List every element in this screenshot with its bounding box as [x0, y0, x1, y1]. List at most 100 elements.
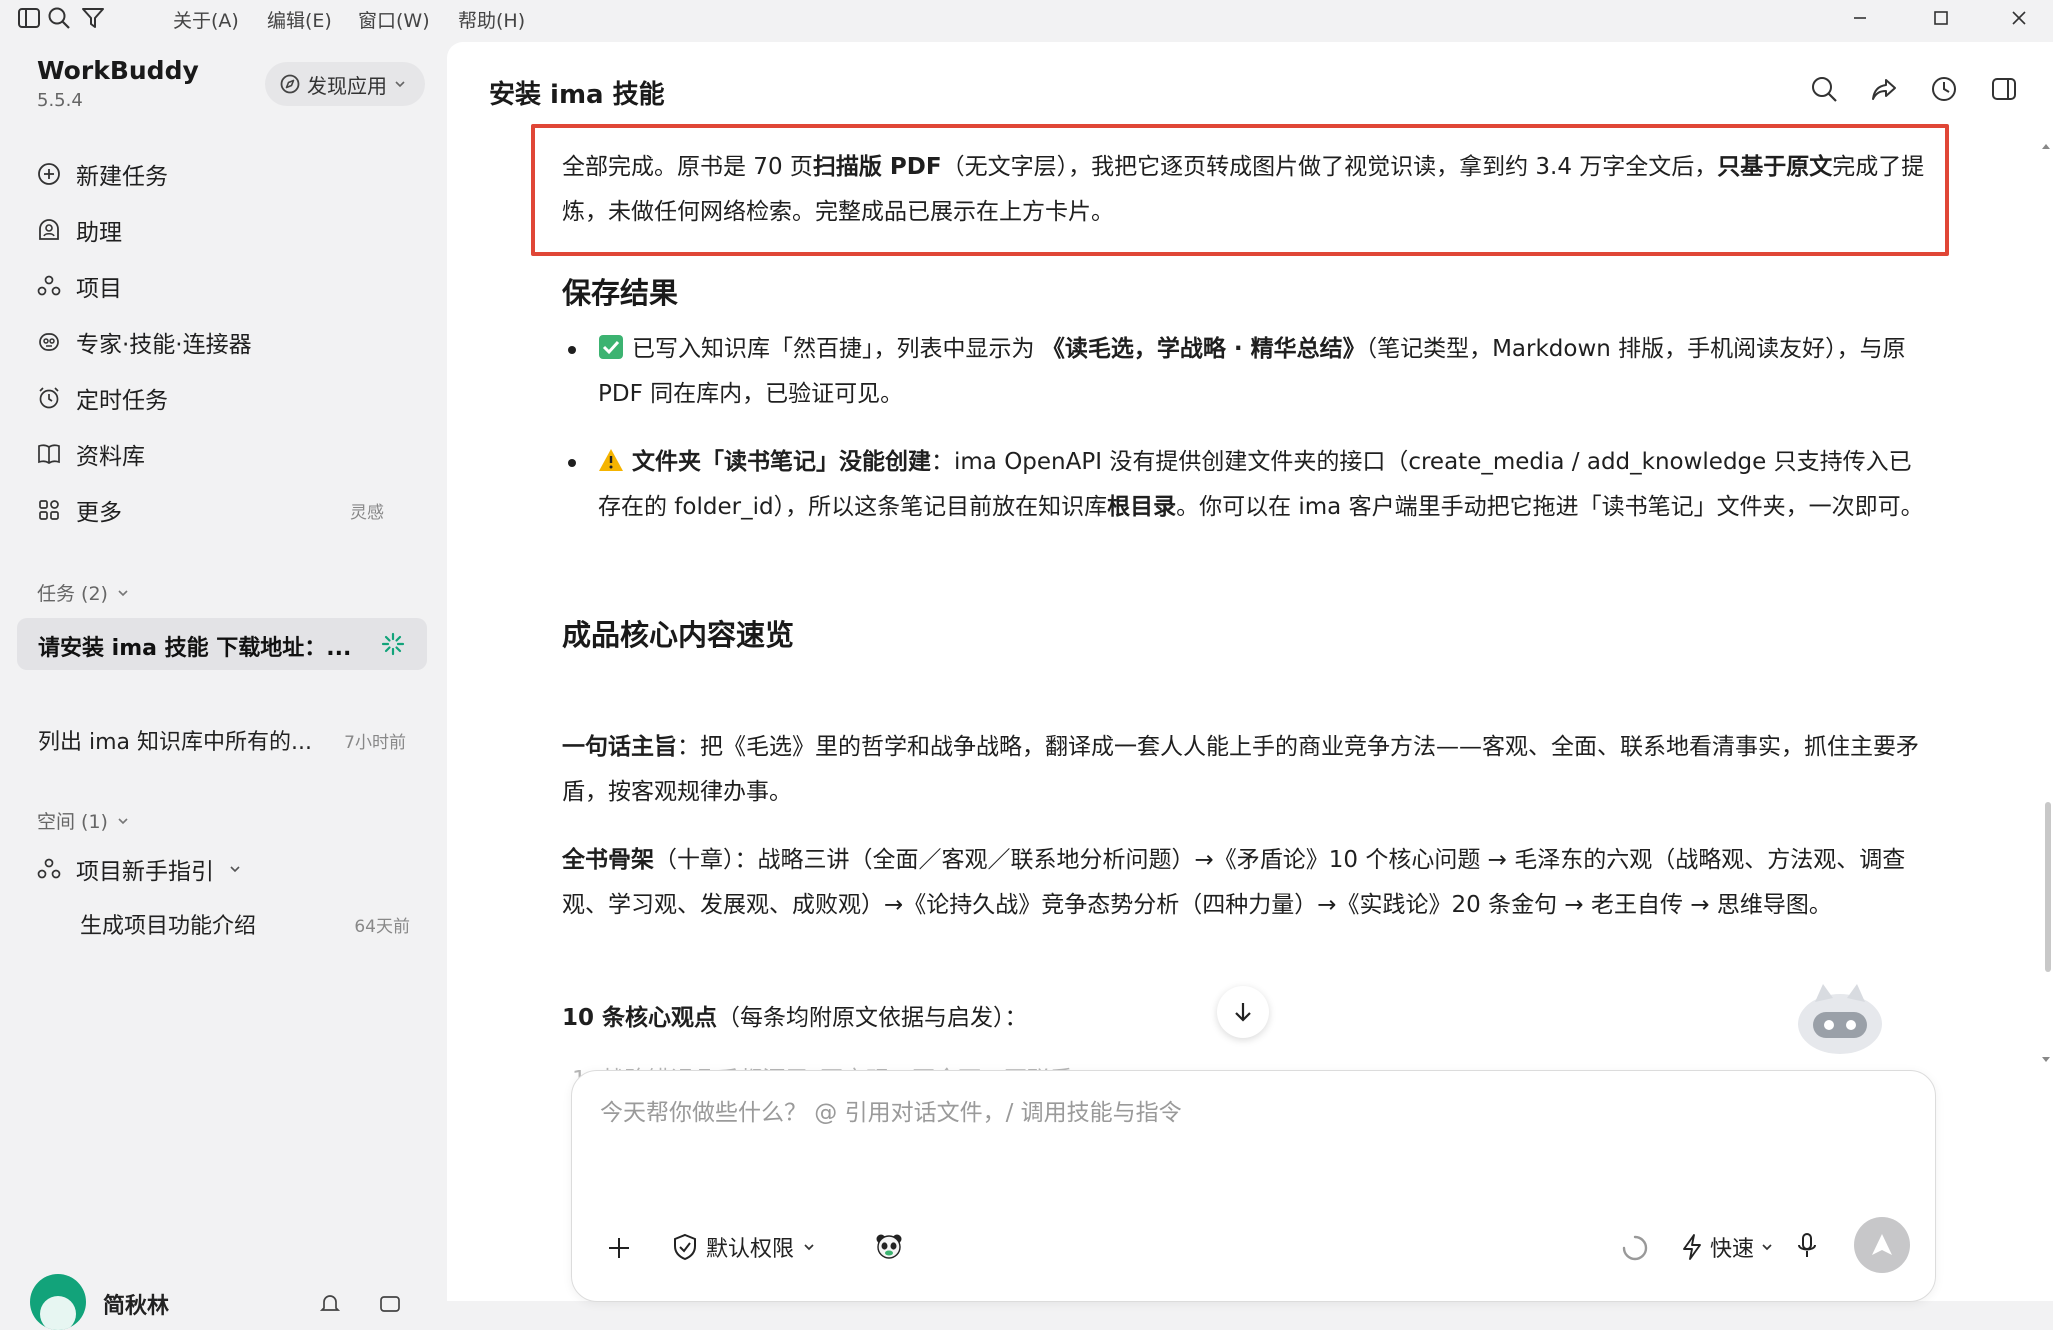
task-item[interactable]: 列出 ima 知识库中所有的... 7小时前 [38, 720, 418, 760]
nav-label: 新建任务 [76, 164, 168, 190]
alarm-icon [39, 387, 59, 409]
user-name: 简秋林 [103, 1294, 170, 1319]
list-item: 文件夹「读书笔记」没能创建：ima OpenAPI 没有提供创建文件夹的接口（c… [562, 440, 1932, 530]
warning-icon [598, 448, 624, 472]
section-heading-core: 成品核心内容速览 [562, 618, 795, 652]
expert-icon [39, 333, 59, 351]
grid-icon [39, 500, 59, 520]
send-arrow-icon [1872, 1234, 1892, 1255]
task-title: 请安装 ima 技能 下载地址：... [38, 636, 352, 661]
task-time: 7小时前 [344, 733, 406, 753]
sidebar-toggle-icon[interactable] [16, 5, 42, 31]
nav-label: 定时任务 [76, 388, 168, 414]
app-version: 5.5.4 [37, 90, 83, 111]
arrow-down-icon [1235, 1003, 1251, 1022]
plus-circle-icon [38, 163, 60, 185]
chevron-down-icon [804, 1244, 814, 1251]
discover-apps-label: 发现应用 [307, 73, 387, 98]
menu-about[interactable]: 关于(A) [173, 6, 239, 33]
loading-icon [1622, 1235, 1648, 1261]
project-icon [37, 275, 61, 296]
space-sub-label: 生成项目功能介绍 [80, 914, 257, 939]
nav-more[interactable]: 更多 灵感 [36, 490, 426, 530]
permission-dropdown[interactable]: 默认权限 [672, 1231, 824, 1263]
mascot-icon[interactable] [1785, 974, 1895, 1054]
permission-label: 默认权限 [706, 1237, 795, 1262]
list-item: 已写入知识库「然百捷」，列表中显示为 《读毛选，学战略 · 精华总结》（笔记类型… [562, 327, 1932, 417]
chat-input-box: 默认权限 快速 [571, 1070, 1936, 1302]
book-framework: 全书骨架（十章）：战略三讲（全面／客观／联系地分析问题）→《矛盾论》10 个核心… [562, 847, 1906, 918]
panel-toggle-icon[interactable] [1989, 74, 2019, 104]
close-icon[interactable] [2005, 4, 2033, 32]
chevron-down-icon [118, 589, 128, 596]
send-button[interactable] [1854, 1217, 1910, 1273]
task-item-active[interactable]: 请安装 ima 技能 下载地址：... [17, 618, 427, 670]
space-sub-time: 64天前 [354, 917, 410, 937]
book-icon [38, 444, 60, 465]
compass-icon [280, 74, 300, 94]
sidebar: WorkBuddy 5.5.4 发现应用 新建任务 助理 项目 专家·技能·连接… [0, 36, 447, 1330]
title-bar: 关于(A) 编辑(E) 窗口(W) 帮助(H) [0, 0, 2053, 36]
chevron-down-icon [395, 81, 405, 88]
nav-new-task[interactable]: 新建任务 [36, 154, 168, 194]
space-sub-item[interactable]: 生成项目功能介绍 64天前 [80, 908, 410, 940]
bullet-dot [568, 346, 576, 354]
chevron-down-icon [118, 817, 128, 824]
nav-label: 更多 [76, 500, 122, 526]
summary-paragraph: 全部完成。原书是 70 页扫描版 PDF（无文字层），我把它逐页转成图片做了视觉… [562, 154, 1925, 225]
check-icon [598, 334, 624, 360]
nav-label: 专家·技能·连接器 [76, 332, 252, 358]
nav-library[interactable]: 资料库 [36, 434, 145, 474]
minimize-icon[interactable] [1846, 4, 1874, 32]
menu-help[interactable]: 帮助(H) [458, 6, 525, 33]
scroll-to-bottom-button[interactable] [1217, 986, 1269, 1038]
spaces-section-header[interactable]: 空间 (1) [37, 807, 130, 834]
share-icon[interactable] [1869, 74, 1899, 104]
add-icon[interactable] [604, 1233, 634, 1263]
maximize-icon[interactable] [1927, 4, 1955, 32]
spaces-header-label: 空间 (1) [37, 811, 108, 833]
nav-label: 资料库 [76, 444, 145, 470]
speed-label: 快速 [1710, 1237, 1755, 1262]
avatar[interactable] [30, 1274, 86, 1330]
lightning-icon [1683, 1234, 1701, 1260]
page-title: 安装 ima 技能 [489, 80, 665, 110]
app-name: WorkBuddy [37, 56, 199, 85]
history-icon[interactable] [1929, 74, 1959, 104]
discover-apps-button[interactable]: 发现应用 [265, 62, 425, 106]
microphone-icon[interactable] [1794, 1231, 1820, 1261]
space-project-guide[interactable]: 项目新手指引 [36, 852, 242, 886]
message-icon[interactable] [378, 1292, 402, 1316]
chevron-down-icon [1762, 1244, 1772, 1251]
main-panel: 安装 ima 技能 全部完成。原书是 70 页扫描版 PDF（无文字层），我把它… [447, 42, 2053, 1302]
section-heading-save: 保存结果 [562, 276, 679, 310]
speed-mode-dropdown[interactable]: 快速 [1680, 1231, 1780, 1263]
summary-one-line: 一句话主旨：把《毛选》里的哲学和战争战略，翻译成一套人人能上手的商业竞争方法——… [562, 734, 1919, 805]
inspiration-badge: 灵感 [350, 502, 384, 523]
nav-experts[interactable]: 专家·技能·连接器 [36, 322, 252, 362]
task-title: 列出 ima 知识库中所有的... [38, 730, 312, 755]
scrollbar-thumb[interactable] [2045, 802, 2051, 972]
bullet-dot [568, 459, 576, 467]
menu-edit[interactable]: 编辑(E) [267, 6, 332, 33]
bell-icon[interactable] [318, 1292, 342, 1316]
nav-project[interactable]: 项目 [36, 266, 122, 306]
chevron-down-icon [230, 866, 240, 873]
menu-window[interactable]: 窗口(W) [358, 6, 430, 33]
nav-label: 项目 [76, 276, 122, 302]
filter-icon[interactable] [80, 5, 106, 31]
search-icon[interactable] [46, 5, 72, 31]
panda-icon[interactable] [874, 1231, 904, 1261]
tasks-header-label: 任务 (2) [37, 583, 108, 605]
scroll-up-icon[interactable] [2041, 142, 2051, 152]
loading-spinner-icon [381, 632, 405, 656]
search-icon[interactable] [1809, 74, 1839, 104]
space-label: 项目新手指引 [76, 859, 214, 885]
chat-input[interactable] [598, 1091, 1898, 1171]
scroll-down-icon[interactable] [2041, 1054, 2051, 1064]
nav-scheduled[interactable]: 定时任务 [36, 378, 168, 418]
nav-assistant[interactable]: 助理 [36, 210, 122, 250]
assistant-icon [39, 219, 59, 240]
shield-check-icon [674, 1233, 696, 1261]
tasks-section-header[interactable]: 任务 (2) [37, 579, 130, 606]
